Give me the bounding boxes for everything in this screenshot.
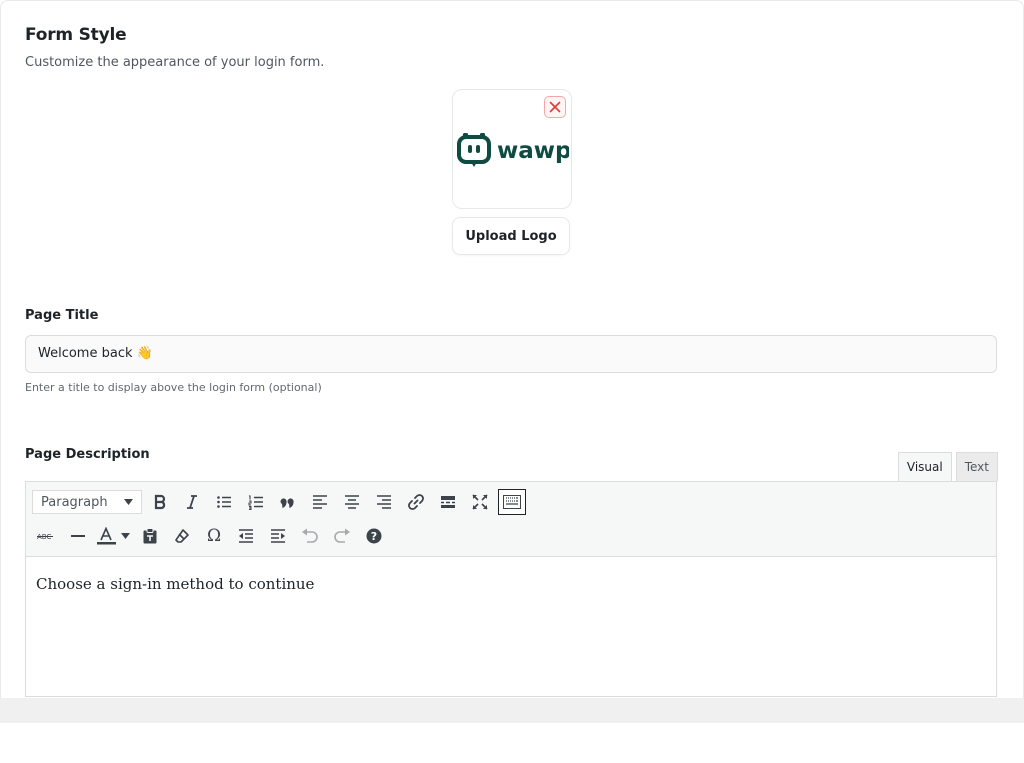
clear-formatting-icon [175, 529, 189, 543]
redo-button[interactable] [328, 523, 356, 549]
align-center-icon [345, 495, 359, 509]
numbered-list-button[interactable] [242, 489, 270, 515]
fullscreen-button[interactable] [466, 489, 494, 515]
bullet-list-icon [217, 496, 231, 508]
upload-logo-button[interactable]: Upload Logo [452, 217, 570, 255]
remove-logo-button[interactable] [544, 96, 566, 118]
page-description-label: Page Description [25, 447, 150, 462]
horizontal-line-button[interactable] [64, 523, 92, 549]
italic-icon [187, 495, 197, 509]
numbered-list-icon [248, 495, 263, 510]
indent-icon [271, 529, 285, 543]
page-title-label: Page Title [25, 308, 99, 323]
align-left-button[interactable] [306, 489, 334, 515]
clear-formatting-button[interactable] [168, 523, 196, 549]
omega-icon: Ω [206, 526, 222, 546]
blockquote-button[interactable] [274, 489, 302, 515]
chevron-down-icon [124, 499, 133, 505]
toolbar-toggle-icon [503, 495, 521, 509]
blockquote-icon [280, 498, 294, 508]
logo-preview: wawp [452, 89, 572, 209]
text-color-icon [97, 527, 116, 545]
tab-visual[interactable]: Visual [897, 452, 952, 482]
fullscreen-icon [472, 494, 488, 510]
section-title: Form Style [25, 25, 127, 45]
editor-tabs: Visual Text [897, 452, 998, 482]
text-color-dropdown[interactable] [118, 523, 132, 549]
tab-text[interactable]: Text [955, 452, 998, 481]
link-button[interactable] [402, 489, 430, 515]
format-select[interactable]: Paragraph [32, 490, 142, 514]
paste-text-button[interactable] [136, 523, 164, 549]
help-button[interactable]: ? [360, 523, 388, 549]
toolbar-row-1: Paragraph [32, 489, 530, 515]
align-right-icon [377, 495, 391, 509]
chevron-down-icon [120, 533, 130, 539]
section-subtitle: Customize the appearance of your login f… [25, 55, 325, 70]
form-style-card: Form Style Customize the appearance of y… [0, 0, 1024, 698]
outdent-icon [239, 529, 253, 543]
align-left-icon [313, 495, 327, 509]
toolbar-toggle-button[interactable] [498, 489, 526, 515]
redo-icon [334, 528, 350, 543]
italic-button[interactable] [178, 489, 206, 515]
wawp-logo: wawp [457, 132, 571, 168]
page-title-help: Enter a title to display above the login… [25, 381, 322, 394]
svg-text:?: ? [371, 530, 377, 543]
editor-content[interactable]: Choose a sign-in method to continue [26, 557, 996, 611]
editor-toolbar: Paragraph Ω ? [26, 482, 996, 557]
close-icon [549, 101, 561, 113]
read-more-icon [441, 496, 455, 508]
undo-icon [302, 528, 318, 543]
page-footer-band [0, 698, 1024, 723]
help-icon: ? [366, 528, 382, 544]
outdent-button[interactable] [232, 523, 260, 549]
align-center-button[interactable] [338, 489, 366, 515]
indent-button[interactable] [264, 523, 292, 549]
bold-icon [154, 494, 166, 510]
bold-button[interactable] [146, 489, 174, 515]
link-icon [408, 494, 424, 510]
horizontal-line-icon [71, 535, 85, 537]
special-character-button[interactable]: Ω [200, 523, 228, 549]
page-title-input[interactable]: Welcome back 👋 [25, 335, 997, 373]
strikethrough-button[interactable]: ABC [32, 523, 60, 549]
read-more-button[interactable] [434, 489, 462, 515]
description-editor: Paragraph Ω ? Choose a sign-in method to… [25, 481, 997, 697]
logo-text: wawp [497, 138, 569, 164]
strikethrough-icon: ABC [37, 533, 53, 541]
undo-button[interactable] [296, 523, 324, 549]
bullet-list-button[interactable] [210, 489, 238, 515]
toolbar-row-2: ABC Ω [32, 523, 392, 549]
text-color-button[interactable] [96, 523, 118, 549]
format-select-value: Paragraph [41, 494, 108, 510]
align-right-button[interactable] [370, 489, 398, 515]
paste-text-icon [143, 528, 157, 544]
